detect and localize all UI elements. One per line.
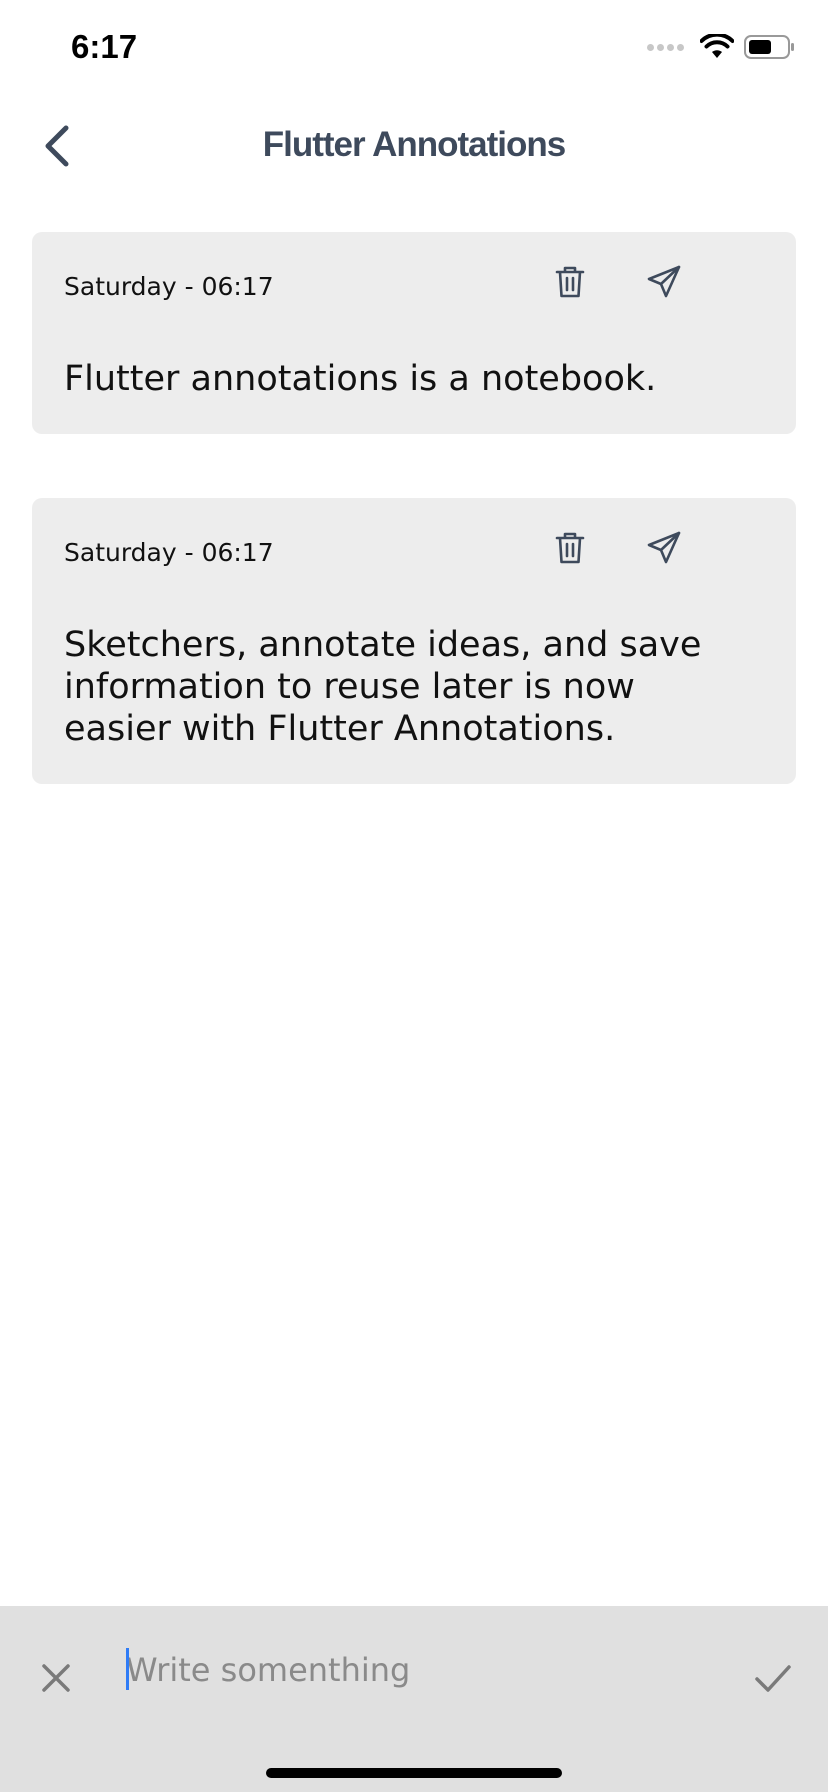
share-note-button[interactable] — [642, 526, 686, 570]
page-title: Flutter Annotations — [262, 125, 566, 164]
note-input[interactable] — [126, 1640, 706, 1700]
text-caret — [126, 1648, 129, 1690]
trash-icon — [555, 266, 585, 298]
trash-icon — [555, 532, 585, 564]
note-date: Saturday - 06:17 — [64, 538, 274, 567]
app-bar: Flutter Annotations — [0, 100, 828, 192]
share-note-button[interactable] — [642, 260, 686, 304]
note-date: Saturday - 06:17 — [64, 272, 274, 301]
status-bar: 6:17 — [0, 0, 828, 100]
confirm-button[interactable] — [752, 1658, 794, 1698]
check-icon — [755, 1665, 791, 1692]
status-time: 6:17 — [71, 28, 138, 65]
send-icon — [647, 531, 681, 564]
note-composer — [0, 1606, 828, 1792]
note-card[interactable]: Saturday - 06:17 Sketchers, annotate ide… — [32, 498, 796, 784]
battery-icon — [744, 35, 794, 59]
wifi-icon — [700, 34, 734, 58]
send-icon — [647, 265, 681, 298]
close-icon — [42, 1664, 70, 1692]
note-text: Sketchers, annotate ideas, and save info… — [64, 625, 702, 749]
delete-note-button[interactable] — [548, 260, 592, 304]
delete-note-button[interactable] — [548, 526, 592, 570]
note-text: Flutter annotations is a notebook. — [64, 359, 657, 399]
note-card[interactable]: Saturday - 06:17 Flutter annotations is … — [32, 232, 796, 434]
status-icons — [647, 34, 796, 60]
home-indicator — [266, 1768, 562, 1778]
cancel-button[interactable] — [36, 1658, 76, 1698]
signal-icon — [647, 43, 684, 51]
